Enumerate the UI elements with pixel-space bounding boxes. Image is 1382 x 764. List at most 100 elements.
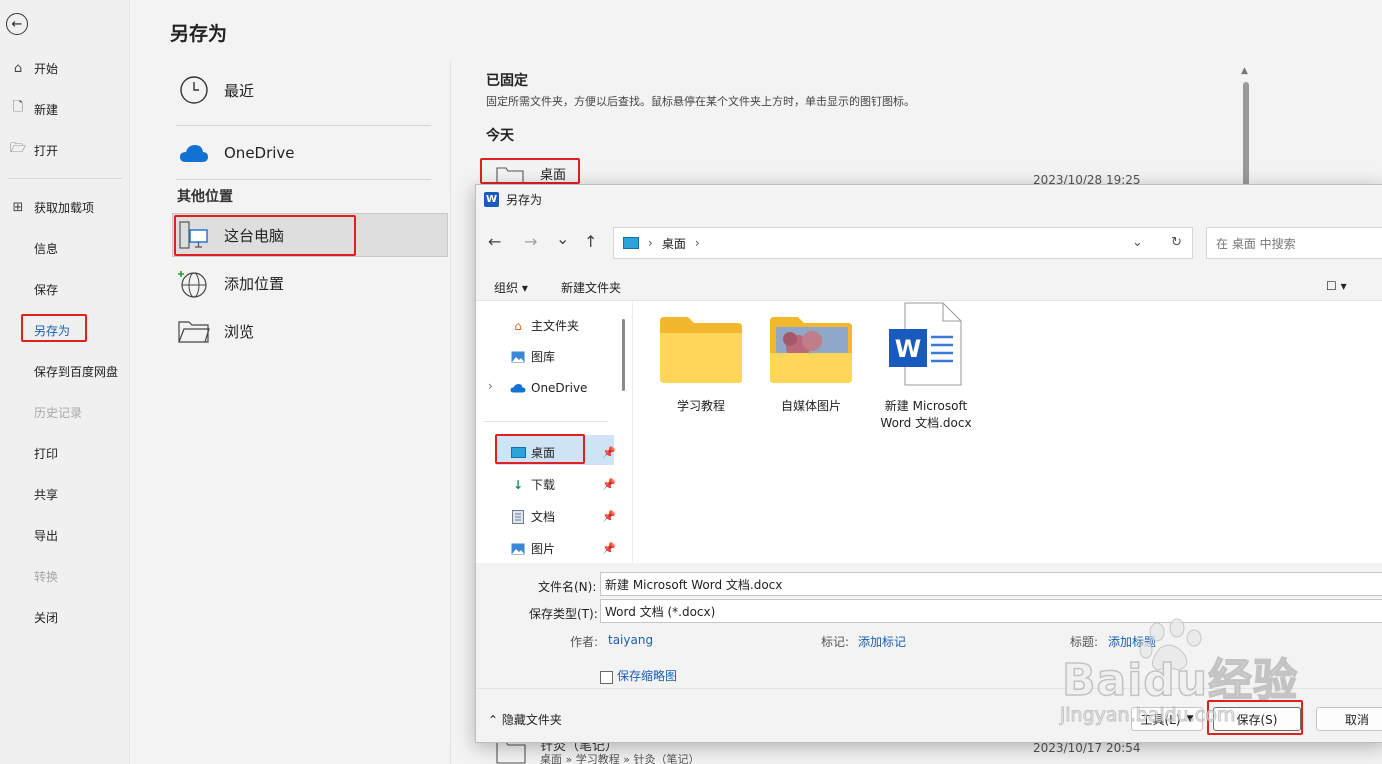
sidebar-item-convert: 转换 [34,569,59,584]
location-label: 浏览 [224,322,255,341]
pin-icon[interactable]: 📌 [602,446,616,459]
file-name: 学习教程 [676,399,725,413]
globe-add-icon [178,267,210,299]
file-name: 自媒体图片 [780,399,841,413]
page-title: 另存为 [170,23,228,45]
save-thumbnail-checkbox[interactable] [600,671,613,684]
nav-item-documents[interactable]: 文档 [510,508,555,525]
scrollbar-thumb[interactable] [1243,82,1249,186]
expand-chevron-icon[interactable]: › [488,379,493,393]
sidebar-item-home[interactable]: ⌂ 开始 [10,54,58,82]
sidebar-item-save[interactable]: 保存 [34,275,58,303]
sidebar-item-label: 打开 [34,143,59,158]
pinned-heading: 已固定 [486,73,528,89]
sidebar-item-label: 获取加载项 [34,200,95,215]
nav-item-label: 下载 [531,478,556,492]
location-group-heading: 其他位置 [177,189,233,205]
backstage-sidebar: ← ⌂ 开始 🗋 新建 🗁 打开 ⊞ 获取加载项 信息 保存 另存为 保存到百度… [0,0,130,764]
breadcrumb-chevron-icon: › [694,236,700,250]
hide-folders-toggle[interactable]: ⌃ 隐藏文件夹 [488,711,562,728]
desktop-icon [623,237,639,249]
address-dropdown-icon[interactable]: ⌄ [1132,235,1143,250]
hide-folders-label: 隐藏文件夹 [501,713,562,727]
breadcrumb-chevron-icon: › [648,236,653,250]
nav-item-pictures[interactable]: 图片 [510,540,555,557]
today-heading: 今天 [486,128,514,144]
sidebar-item-share[interactable]: 共享 [34,480,58,508]
location-add-place[interactable]: 添加位置 [178,267,284,299]
chevron-up-icon: ⌃ [488,713,499,727]
sidebar-item-info[interactable]: 信息 [34,234,58,262]
cloud-icon [510,380,526,396]
filetype-select[interactable]: Word 文档 (*.docx) [600,599,1382,623]
sidebar-item-open[interactable]: 🗁 打开 [10,136,58,164]
nav-scrollbar[interactable] [622,319,625,391]
nav-item-home[interactable]: ⌂ 主文件夹 [510,317,579,334]
sidebar-item-save-as[interactable]: 另存为 [34,316,70,344]
download-icon: ↓ [512,477,524,492]
save-as-dialog: W 另存为 ← → ⌄ ↑ › 桌面 › ⌄ ↻ 在 桌面 中搜索 组织 ▾ 新… [475,184,1382,743]
pin-icon[interactable]: 📌 [602,478,616,491]
new-doc-icon: 🗋 [12,100,24,115]
nav-item-label: 图片 [531,542,556,556]
folder-icon [178,315,210,347]
save-form: 文件名(N): 新建 Microsoft Word 文档.docx 保存类型(T… [476,563,1382,688]
computer-icon [178,219,210,251]
back-arrow-icon[interactable]: ← [488,232,501,251]
title-field[interactable]: 添加标题 [1108,633,1156,650]
nav-item-label: 文档 [531,510,556,524]
tags-label: 标记: [821,635,850,649]
address-bar[interactable]: › 桌面 › ⌄ ↻ [613,227,1193,259]
sidebar-item-addins[interactable]: ⊞ 获取加载项 [10,193,94,221]
search-input[interactable]: 在 桌面 中搜索 [1206,227,1382,259]
location-this-pc[interactable]: 这台电脑 [178,219,284,251]
forward-arrow-icon[interactable]: → [524,232,537,251]
file-item-document[interactable]: W 新建 Microsoft Word 文档.docx [871,302,981,431]
recent-folder-date: 2023/10/17 20:54 [1033,741,1141,755]
sidebar-item-print[interactable]: 打印 [34,439,58,467]
location-onedrive[interactable]: OneDrive [178,137,295,169]
word-document-icon: W [883,302,969,387]
file-item-folder[interactable]: 自媒体图片 [761,313,861,414]
nav-item-gallery[interactable]: 图库 [510,348,555,365]
recent-locations-icon[interactable]: ⌄ [556,229,569,248]
recent-folder-desktop[interactable]: 桌面 [540,164,566,183]
file-item-folder[interactable]: 学习教程 [651,313,751,414]
nav-item-desktop[interactable]: 桌面 [510,444,555,461]
dialog-titlebar: W 另存为 [476,185,1382,213]
nav-item-downloads[interactable]: ↓ 下载 [510,476,555,493]
location-browse[interactable]: 浏览 [178,315,254,347]
folder-icon [658,313,744,387]
navigation-pane: ⌂ 主文件夹 图库 › OneDrive 桌面 📌 ↓ 下载 📌 文档 📌 图片… [476,301,632,563]
tags-field[interactable]: 添加标记 [858,633,906,650]
location-label: 添加位置 [224,274,285,293]
filetype-label: 保存类型(T): [529,607,598,621]
author-field[interactable]: taiyang [608,633,653,647]
breadcrumb-desktop[interactable]: 桌面 [662,235,686,252]
cancel-button[interactable]: 取消 [1316,707,1382,731]
sidebar-item-label: 新建 [34,102,59,117]
new-folder-button[interactable]: 新建文件夹 [561,279,621,296]
sidebar-item-new[interactable]: 🗋 新建 [10,95,58,123]
filename-field[interactable]: 新建 Microsoft Word 文档.docx [600,572,1382,596]
up-arrow-icon[interactable]: ↑ [584,232,597,251]
tools-button[interactable]: 工具(L) ▼ [1131,707,1203,731]
sidebar-item-history: 历史记录 [34,405,83,420]
save-thumbnail-label[interactable]: 保存缩略图 [617,667,677,684]
refresh-icon[interactable]: ↻ [1171,235,1182,250]
sidebar-item-save-baidu[interactable]: 保存到百度网盘 [34,357,118,385]
sidebar-item-export[interactable]: 导出 [34,521,58,549]
back-arrow-icon[interactable]: ← [6,13,28,35]
sidebar-item-close[interactable]: 关闭 [34,603,58,631]
svg-text:W: W [895,335,921,363]
nav-item-label: 桌面 [531,446,556,460]
view-options-button[interactable]: ☐ ▾ [1326,279,1347,293]
pin-icon[interactable]: 📌 [602,542,616,555]
save-button[interactable]: 保存(S) [1213,707,1301,731]
nav-item-label: OneDrive [531,381,588,395]
pin-icon[interactable]: 📌 [602,510,616,523]
address-controls: ⌄ ↻ [1132,235,1182,250]
organize-button[interactable]: 组织 ▾ [494,279,528,296]
location-recent[interactable]: 最近 [178,74,254,106]
nav-item-onedrive[interactable]: OneDrive [510,380,587,396]
